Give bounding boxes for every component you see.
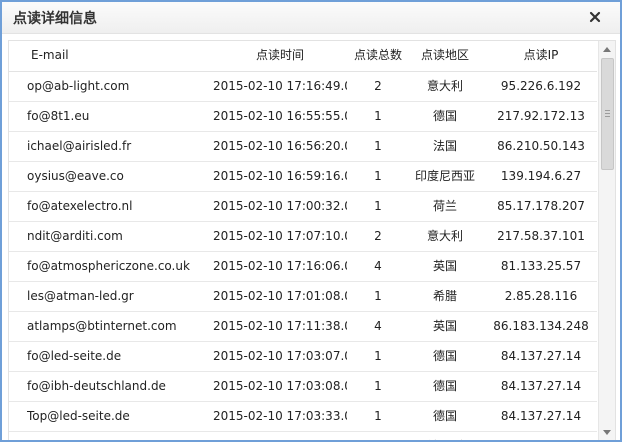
cell-ip: 81.133.25.57 [500, 259, 582, 273]
cell-time: 2015-02-10 17:03:07.0 [213, 349, 347, 363]
cell-count: 1 [374, 139, 382, 153]
dialog-titlebar[interactable]: 点读详细信息 [2, 2, 620, 34]
cell-email: les@atman-led.gr [27, 289, 134, 303]
table-row[interactable]: fo@centrsvet.ru2015-02-10 17:07:12.01俄罗斯… [9, 432, 597, 440]
column-header-email[interactable]: E-mail [31, 41, 217, 70]
cell-time: 2015-02-10 17:16:06.0 [213, 259, 347, 273]
cell-time: 2015-02-10 17:16:49.0 [213, 79, 347, 93]
table-row[interactable]: ichael@airisled.fr 2015-02-10 16:56:20.0 1… [9, 132, 597, 162]
cell-email: fo@ibh-deutschland.de [27, 379, 166, 393]
cell-time: 2015-02-10 16:59:16.0 [213, 169, 347, 183]
cell-ip: 84.137.27.14 [500, 349, 582, 363]
close-icon [589, 11, 601, 23]
detail-dialog: 点读详细信息 E-mail 点读时间 点读总数 点读地区 点读IP op@ab-… [0, 0, 622, 442]
cell-count: 1 [374, 349, 382, 363]
cell-ip: 86.210.50.143 [497, 139, 585, 153]
cell-count: 1 [374, 409, 382, 423]
cell-count: 2 [374, 229, 382, 243]
close-button[interactable] [583, 5, 607, 29]
scroll-down-button[interactable] [599, 425, 615, 440]
cell-ip: 85.17.178.207 [497, 199, 585, 213]
table-row[interactable]: op@ab-light.com 2015-02-10 17:16:49.0 2 意大利… [9, 72, 597, 102]
cell-email: fo@led-seite.de [27, 349, 122, 363]
table-body: op@ab-light.com 2015-02-10 17:16:49.0 2 意大利… [9, 72, 597, 440]
table-row[interactable]: fo@atexelectro.nl 2015-02-10 17:00:32.0 1 荷… [9, 192, 597, 222]
cell-count: 2 [374, 79, 382, 93]
cell-time: 2015-02-10 17:07:12.0 [213, 432, 347, 440]
table-row[interactable]: fo@ibh-deutschland.de 2015-02-10 17:03:08… [9, 372, 597, 402]
cell-email: fo@atmosphericzone.co.uk [27, 259, 190, 273]
cell-time: 2015-02-10 17:00:32.0 [213, 199, 347, 213]
cell-time: 2015-02-10 17:03:08.0 [213, 379, 347, 393]
cell-region: 法国 [432, 139, 457, 153]
cell-time: 2015-02-10 17:07:10.0 [213, 229, 347, 243]
cell-ip: 139.194.6.27 [500, 169, 582, 183]
cell-region: 希腊 [432, 289, 457, 303]
cell-count: 4 [374, 319, 382, 333]
cell-region: 德国 [432, 109, 457, 123]
cell-region: 印度尼西亚 [414, 169, 475, 183]
cell-time: 2015-02-10 16:56:20.0 [213, 139, 347, 153]
cell-time: 2015-02-10 17:11:38.0 [213, 319, 347, 333]
cell-count: 1 [374, 289, 382, 303]
cell-email: fo@8t1.eu [27, 109, 90, 123]
cell-count: 1 [374, 379, 382, 393]
dialog-title: 点读详细信息 [13, 11, 97, 27]
cell-email: oysius@eave.co [27, 169, 124, 183]
cell-email: fo@atexelectro.nl [27, 199, 133, 213]
cell-email: op@ab-light.com [27, 79, 130, 93]
table-row[interactable]: atlamps@btinternet.com 2015-02-10 17:11:3… [9, 312, 597, 342]
cell-ip: 2.85.28.116 [504, 289, 578, 303]
cell-time: 2015-02-10 16:55:55.0 [213, 109, 347, 123]
cell-region: 英国 [432, 319, 457, 333]
cell-email: fo@centrsvet.ru [27, 432, 213, 440]
table-row[interactable]: oysius@eave.co 2015-02-10 16:59:16.0 1 印度尼西… [9, 162, 597, 192]
table-panel: E-mail 点读时间 点读总数 点读地区 点读IP op@ab-light.c… [8, 40, 616, 440]
cell-email: Top@led-seite.de [27, 409, 130, 423]
cell-email: ndit@arditi.com [27, 229, 123, 243]
cell-email: atlamps@btinternet.com [27, 319, 177, 333]
cell-count: 1 [374, 169, 382, 183]
scroll-up-button[interactable] [599, 41, 615, 57]
table-row[interactable]: Top@led-seite.de 2015-02-10 17:03:33.0 1 德国… [9, 402, 597, 432]
cell-ip: 86.183.134.248 [493, 319, 589, 333]
cell-ip: 217.92.172.13 [497, 109, 585, 123]
cell-region: 俄罗斯 [409, 432, 481, 440]
arrow-down-icon [603, 430, 611, 435]
cell-count: 1 [349, 432, 407, 440]
cell-region: 英国 [432, 259, 457, 273]
cell-time: 2015-02-10 17:01:08.0 [213, 289, 347, 303]
cell-region: 意大利 [426, 229, 463, 243]
column-header-ip[interactable]: 点读IP [479, 41, 603, 70]
cell-time: 2015-02-10 17:03:33.0 [213, 409, 347, 423]
cell-region: 意大利 [426, 79, 463, 93]
table-row[interactable]: fo@atmosphericzone.co.uk 2015-02-10 17:16… [9, 252, 597, 282]
column-header-count[interactable]: 点读总数 [349, 41, 407, 70]
table-row[interactable]: fo@led-seite.de 2015-02-10 17:03:07.0 1 德国 8… [9, 342, 597, 372]
table-row[interactable]: ndit@arditi.com 2015-02-10 17:07:10.0 2 意大利… [9, 222, 597, 252]
cell-region: 德国 [432, 409, 457, 423]
cell-region: 荷兰 [432, 199, 457, 213]
cell-ip: 84.137.27.14 [500, 409, 582, 423]
cell-ip: 5.255.199.67 [479, 432, 597, 440]
table-header: E-mail 点读时间 点读总数 点读地区 点读IP [9, 41, 597, 72]
arrow-up-icon [603, 47, 611, 52]
table-row[interactable]: les@atman-led.gr 2015-02-10 17:01:08.0 1 希腊… [9, 282, 597, 312]
cell-ip: 217.58.37.101 [497, 229, 585, 243]
cell-count: 1 [374, 109, 382, 123]
cell-count: 1 [374, 199, 382, 213]
cell-ip: 84.137.27.14 [500, 379, 582, 393]
cell-count: 4 [374, 259, 382, 273]
column-header-region[interactable]: 点读地区 [409, 41, 481, 70]
cell-email: ichael@airisled.fr [27, 139, 132, 153]
cell-ip: 95.226.6.192 [500, 79, 582, 93]
cell-region: 德国 [432, 349, 457, 363]
vertical-scrollbar[interactable] [598, 41, 615, 440]
cell-region: 德国 [432, 379, 457, 393]
column-header-time[interactable]: 点读时间 [213, 41, 347, 70]
scrollbar-thumb[interactable] [601, 58, 614, 170]
table-row[interactable]: fo@8t1.eu 2015-02-10 16:55:55.0 1 德国 217.92.… [9, 102, 597, 132]
